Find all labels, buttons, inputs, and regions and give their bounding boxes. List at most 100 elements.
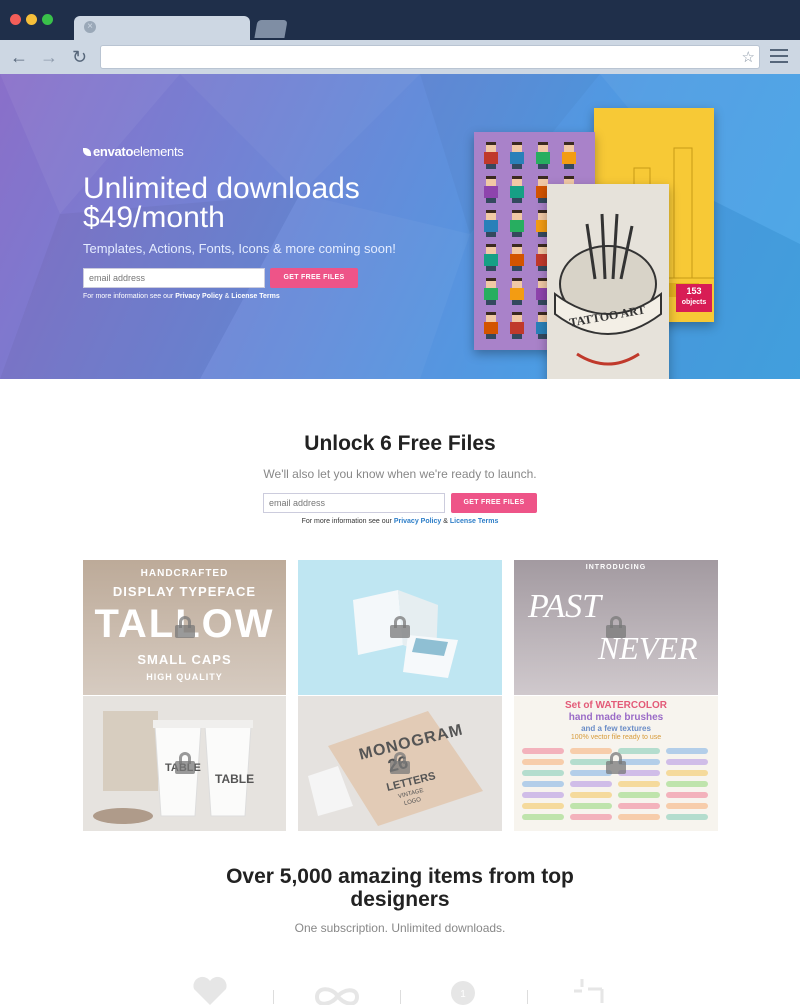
pixel-character-body xyxy=(510,186,524,198)
infinity-icon xyxy=(314,987,360,1005)
objects-count-badge: 153 objects xyxy=(676,284,712,312)
pixel-character-legs xyxy=(512,334,522,339)
pixel-character-body xyxy=(536,152,550,164)
brush-stroke xyxy=(522,748,564,754)
lock-icon xyxy=(606,752,626,774)
maximize-window-icon[interactable] xyxy=(42,14,53,25)
unlock-get-free-files-button[interactable]: GET FREE FILES xyxy=(451,493,537,513)
unlock-email-input[interactable]: email address xyxy=(263,493,445,513)
pixel-character-hair xyxy=(564,142,574,145)
pixel-character-hair xyxy=(512,176,522,179)
pixel-character-hair xyxy=(564,176,574,179)
privacy-policy-link[interactable]: Privacy Policy xyxy=(394,518,441,525)
unlock-legal-text: For more information see our Privacy Pol… xyxy=(301,518,499,525)
pixel-character-hair xyxy=(486,142,496,145)
brush-stroke xyxy=(522,759,564,765)
minimize-window-icon[interactable] xyxy=(26,14,37,25)
hero-email-input[interactable]: email address xyxy=(83,268,265,288)
coffee-cup-mockup-tile[interactable]: TABLE TABLE xyxy=(83,696,286,831)
pixel-character-legs xyxy=(564,164,574,169)
pixel-character-body xyxy=(510,322,524,334)
hero-section: envato elements Unlimited downloads $49/mo… xyxy=(0,74,800,379)
pixel-character-body xyxy=(484,186,498,198)
pixel-character-body xyxy=(484,220,498,232)
pixel-character-legs xyxy=(486,232,496,237)
feature-divider xyxy=(400,990,401,1004)
brush-stroke xyxy=(570,792,612,798)
tab-close-icon[interactable]: × xyxy=(84,21,96,33)
privacy-policy-link[interactable]: Privacy Policy xyxy=(175,293,222,300)
tallow-typeface-tile[interactable]: HANDCRAFTED DISPLAY TYPEFACE TALLOW SMAL… xyxy=(83,560,286,695)
features-subtitle: One subscription. Unlimited downloads. xyxy=(294,921,506,935)
lock-icon xyxy=(390,616,410,638)
brush-stroke xyxy=(570,781,612,787)
feature-divider xyxy=(273,990,274,1004)
monogram-logo-tile[interactable]: MONOGRAM 26 LETTERS VINTAGE LOGO xyxy=(298,696,502,831)
hero-legal-text: For more information see our Privacy Pol… xyxy=(83,293,280,300)
pixel-character-legs xyxy=(538,164,548,169)
pixel-character-hair xyxy=(512,210,522,213)
pixel-character-legs xyxy=(512,300,522,305)
pixel-character-hair xyxy=(538,176,548,179)
reload-icon[interactable]: ↻ xyxy=(72,47,87,67)
pixel-character-legs xyxy=(512,198,522,203)
pixel-character-hair xyxy=(512,278,522,281)
lock-icon xyxy=(606,616,626,638)
bookmark-star-icon[interactable]: ☆ xyxy=(742,48,755,66)
svg-text:1: 1 xyxy=(460,989,466,1000)
past-never-font-tile[interactable]: INTRODUCING PAST NEVER xyxy=(514,560,718,695)
pixel-character-body xyxy=(510,288,524,300)
brush-stroke xyxy=(618,792,660,798)
brush-stroke xyxy=(570,814,612,820)
envato-elements-logo[interactable]: envato elements xyxy=(83,144,184,159)
pixel-character-hair xyxy=(538,142,548,145)
locked-files-grid: HANDCRAFTED DISPLAY TYPEFACE TALLOW SMAL… xyxy=(83,560,718,831)
brush-stroke xyxy=(618,781,660,787)
browser-tab[interactable]: × xyxy=(74,16,250,42)
award-badge-icon: 1 xyxy=(451,981,475,1005)
license-terms-link[interactable]: License Terms xyxy=(231,293,280,300)
back-icon[interactable]: ← xyxy=(10,47,28,67)
browser-menu-icon[interactable] xyxy=(770,49,788,65)
pixel-character-body xyxy=(510,254,524,266)
brush-stroke xyxy=(666,748,708,754)
tattoo-art-card: TATTOO ART xyxy=(547,184,669,379)
pixel-character-legs xyxy=(486,198,496,203)
brush-stroke xyxy=(570,803,612,809)
license-terms-link[interactable]: License Terms xyxy=(450,518,499,525)
watercolor-brushes-tile[interactable]: Set of WATERCOLOR hand made brushes and … xyxy=(514,696,718,831)
loading-icon xyxy=(574,979,604,1003)
brochure-mockup-tile[interactable] xyxy=(298,560,502,695)
new-tab-button[interactable] xyxy=(254,20,288,38)
close-window-icon[interactable] xyxy=(10,14,21,25)
pixel-character-body xyxy=(484,322,498,334)
pixel-character-body xyxy=(562,152,576,164)
unlock-subtitle: We'll also let you know when we're ready… xyxy=(263,467,537,481)
features-title: Over 5,000 amazing items from top designe… xyxy=(226,865,574,911)
browser-titlebar: × xyxy=(0,0,800,42)
address-bar[interactable]: ☆ xyxy=(100,45,760,69)
heart-icon xyxy=(193,976,227,1005)
lock-icon xyxy=(175,616,195,638)
browser-toolbar: ← → ↻ ☆ xyxy=(0,40,800,74)
pixel-character-legs xyxy=(512,266,522,271)
pixel-character-legs xyxy=(486,164,496,169)
brush-stroke xyxy=(666,770,708,776)
pixel-character-body xyxy=(484,288,498,300)
pixel-character-body xyxy=(484,152,498,164)
hero-get-free-files-button[interactable]: GET FREE FILES xyxy=(270,268,358,288)
brush-stroke xyxy=(522,781,564,787)
lock-icon xyxy=(175,752,195,774)
brush-stroke xyxy=(666,781,708,787)
brush-stroke xyxy=(522,792,564,798)
unlock-title: Unlock 6 Free Files xyxy=(304,432,496,455)
pixel-character-hair xyxy=(512,142,522,145)
pixel-character-hair xyxy=(486,278,496,281)
pixel-character-legs xyxy=(486,266,496,271)
brush-stroke xyxy=(522,803,564,809)
pixel-character-hair xyxy=(486,210,496,213)
brush-stroke xyxy=(618,803,660,809)
pixel-character-legs xyxy=(486,300,496,305)
pixel-character-hair xyxy=(486,312,496,315)
forward-icon[interactable]: → xyxy=(40,47,58,67)
